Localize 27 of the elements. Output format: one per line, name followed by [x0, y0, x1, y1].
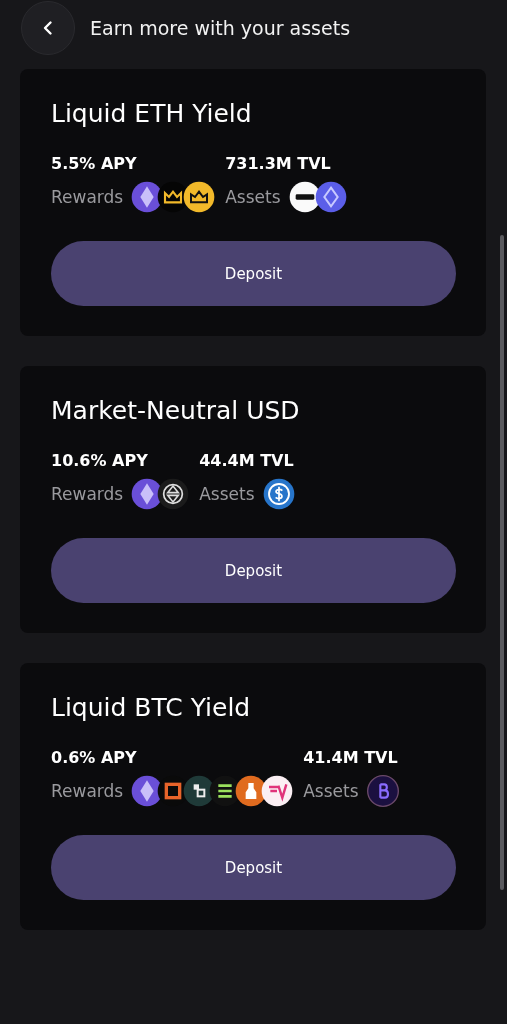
tvl-value: 44.4M TVL — [199, 451, 295, 470]
v-token-icon — [261, 775, 294, 807]
diamond-token-icon — [314, 181, 347, 213]
tvl-value: 41.4M TVL — [303, 748, 399, 767]
vault-name: Liquid BTC Yield — [51, 693, 252, 722]
vault-name: Market-Neutral USD — [51, 396, 301, 425]
deposit-button[interactable]: Deposit — [51, 241, 456, 306]
rewards-label: Rewards — [51, 781, 124, 801]
apy-value: 5.5% APY — [51, 154, 138, 173]
crown-token-icon — [183, 181, 216, 213]
rewards-label: Rewards — [51, 187, 124, 207]
tvl-value: 731.3M TVL — [225, 154, 332, 173]
deposit-button[interactable]: Deposit — [51, 538, 456, 603]
apy-value: 10.6% APY — [51, 451, 149, 470]
dollar-token-icon — [262, 478, 295, 510]
vault-name: Liquid ETH Yield — [51, 99, 253, 128]
assets-label: Assets — [225, 187, 281, 207]
swap-token-icon — [157, 478, 190, 510]
rewards-label: Rewards — [51, 484, 124, 504]
assets-label: Assets — [199, 484, 255, 504]
token-icon — [288, 181, 321, 213]
page-title: Earn more with your assets — [90, 17, 351, 39]
deposit-button[interactable]: Deposit — [51, 835, 456, 900]
scrollbar[interactable] — [500, 235, 504, 890]
bitcoin-token-icon — [366, 775, 399, 807]
assets-label: Assets — [303, 781, 359, 801]
apy-value: 0.6% APY — [51, 748, 138, 767]
